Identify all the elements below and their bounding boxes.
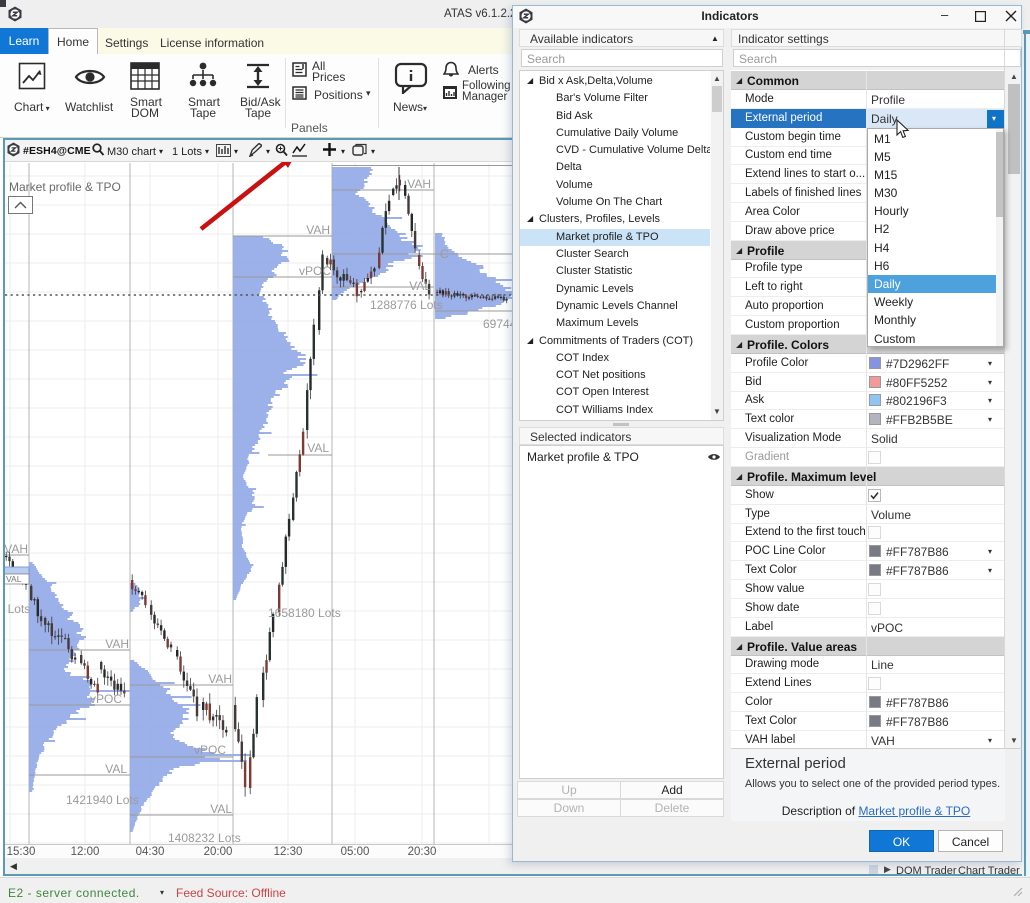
svg-text:' Lots: ' Lots xyxy=(5,602,30,616)
svg-text:vPOC: vPOC xyxy=(90,692,122,706)
svg-text:VAL: VAL xyxy=(307,441,329,455)
svg-text:C: C xyxy=(440,247,449,261)
svg-text:VAL: VAL xyxy=(210,802,232,816)
svg-text:1658180 Lots: 1658180 Lots xyxy=(268,606,341,620)
svg-text:VAH: VAH xyxy=(208,672,232,686)
svg-text:1408232 Lots: 1408232 Lots xyxy=(168,831,241,844)
svg-text:1421940 Lots: 1421940 Lots xyxy=(66,793,139,807)
svg-text:1288776 Lots: 1288776 Lots xyxy=(370,298,443,312)
svg-text:VAH: VAH xyxy=(407,177,431,191)
svg-text:VAH: VAH xyxy=(5,542,28,556)
svg-text:VAH: VAH xyxy=(306,223,330,237)
svg-text:vPOC: vPOC xyxy=(194,743,226,757)
svg-text:VAL: VAL xyxy=(105,762,127,776)
svg-text:vPOC: vPOC xyxy=(299,264,331,278)
svg-text:VAL: VAL xyxy=(409,279,431,293)
svg-text:VAH: VAH xyxy=(105,637,129,651)
svg-text:VAL: VAL xyxy=(6,574,22,584)
